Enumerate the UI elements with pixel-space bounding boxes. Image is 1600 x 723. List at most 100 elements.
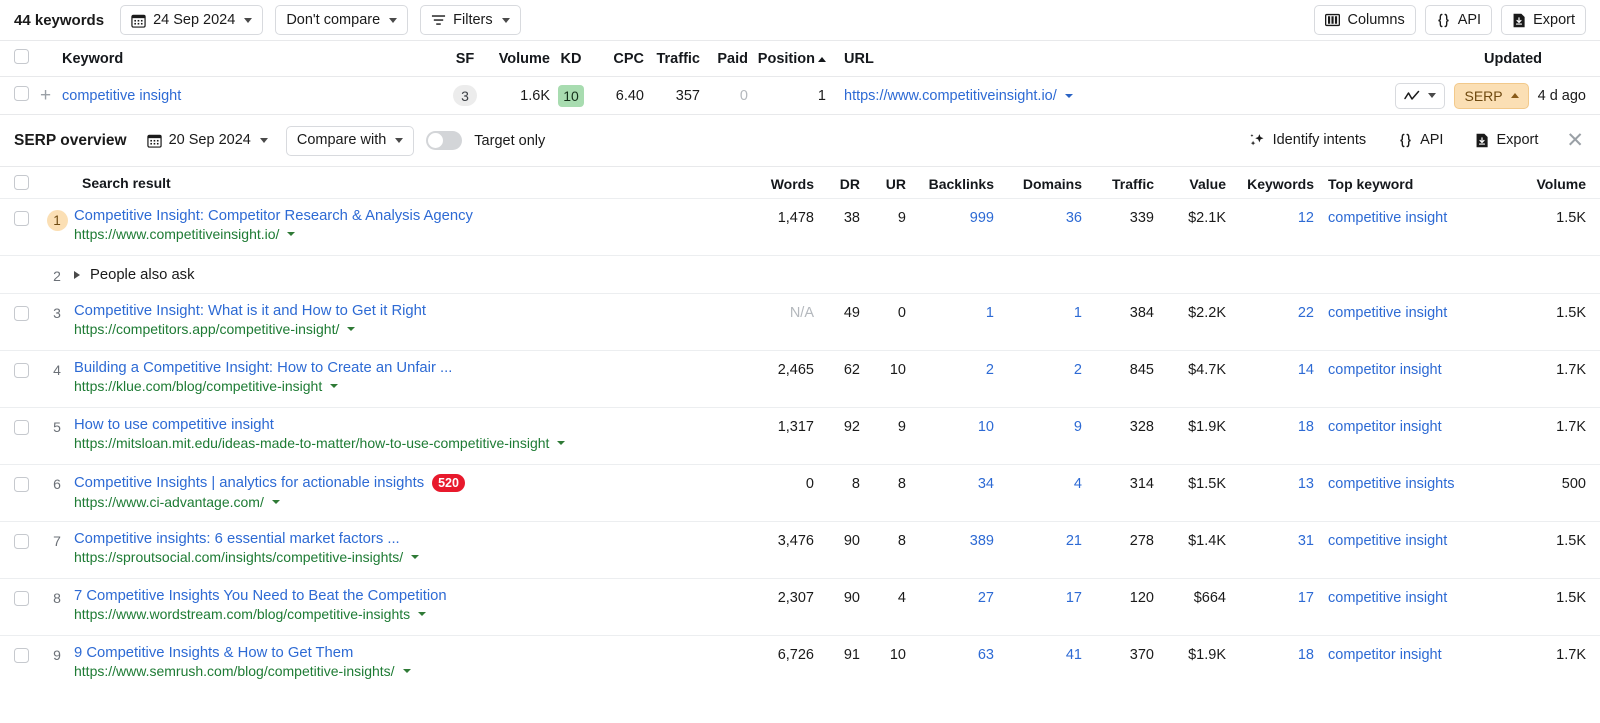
column-header-cpc[interactable]: CPC <box>592 51 644 67</box>
serp-backlinks-link[interactable]: 2 <box>986 362 994 378</box>
serp-result-title-link[interactable]: 9 Competitive Insights & How to Get Them <box>74 645 353 661</box>
column-header-keywords[interactable]: Keywords <box>1226 174 1314 192</box>
columns-button[interactable]: Columns <box>1314 5 1416 35</box>
serp-domains-link[interactable]: 17 <box>1066 590 1082 606</box>
serp-keywords-link[interactable]: 22 <box>1298 305 1314 321</box>
serp-keywords-link[interactable]: 31 <box>1298 533 1314 549</box>
serp-result-url-link[interactable]: https://klue.com/blog/competitive-insigh… <box>74 378 322 394</box>
serp-row-select-checkbox[interactable] <box>14 306 29 321</box>
serp-top-keyword-link[interactable]: competitive insight <box>1328 305 1447 321</box>
api-button[interactable]: API <box>1424 5 1493 35</box>
serp-row-select-checkbox[interactable] <box>14 420 29 435</box>
url-chevron-down-icon[interactable] <box>411 555 420 559</box>
serp-domains-link[interactable]: 1 <box>1074 305 1082 321</box>
filters-button[interactable]: Filters <box>420 5 521 35</box>
url-chevron-down-icon[interactable] <box>347 327 356 331</box>
column-header-ur[interactable]: UR <box>860 174 906 192</box>
serp-top-keyword-link[interactable]: competitive insight <box>1328 533 1447 549</box>
column-header-traffic[interactable]: Traffic <box>644 51 700 67</box>
serp-backlinks-link[interactable]: 1 <box>986 305 994 321</box>
serp-toggle-button[interactable]: SERP <box>1454 82 1529 109</box>
identify-intents-button[interactable]: Identify intents <box>1243 126 1373 156</box>
serp-backlinks-link[interactable]: 389 <box>970 533 994 549</box>
column-header-backlinks[interactable]: Backlinks <box>906 174 994 192</box>
serp-row-select-checkbox[interactable] <box>14 648 29 663</box>
serp-export-button[interactable]: Export <box>1469 126 1544 156</box>
serp-result-title-link[interactable]: Competitive insights: 6 essential market… <box>74 531 400 547</box>
ranking-url-link[interactable]: https://www.competitiveinsight.io/ <box>844 88 1057 104</box>
column-header-keyword[interactable]: Keyword <box>40 51 442 67</box>
serp-keywords-link[interactable]: 14 <box>1298 362 1314 378</box>
url-chevron-down-icon[interactable] <box>557 441 566 445</box>
compare-dropdown-button[interactable]: Don't compare <box>275 5 409 35</box>
row-select-checkbox[interactable] <box>14 86 29 101</box>
serp-domains-link[interactable]: 21 <box>1066 533 1082 549</box>
select-all-checkbox[interactable] <box>14 49 29 64</box>
paa-cell[interactable]: People also ask <box>74 267 1586 283</box>
serp-result-url-link[interactable]: https://mitsloan.mit.edu/ideas-made-to-m… <box>74 435 549 451</box>
expand-triangle-icon[interactable] <box>74 270 80 279</box>
column-header-url[interactable]: URL <box>826 51 1466 67</box>
url-chevron-down-icon[interactable] <box>271 500 280 504</box>
serp-keywords-link[interactable]: 18 <box>1298 647 1314 663</box>
add-keyword-icon[interactable]: + <box>40 86 62 105</box>
compare-with-button[interactable]: Compare with <box>285 125 415 156</box>
serp-backlinks-link[interactable]: 10 <box>978 419 994 435</box>
column-header-sf[interactable]: SF <box>442 51 488 67</box>
url-chevron-down-icon[interactable] <box>287 232 296 236</box>
column-header-paid[interactable]: Paid <box>700 51 748 67</box>
serp-result-url-link[interactable]: https://www.wordstream.com/blog/competit… <box>74 606 410 622</box>
target-only-toggle[interactable] <box>426 131 463 150</box>
serp-top-keyword-link[interactable]: competitive insight <box>1328 590 1447 606</box>
serp-domains-link[interactable]: 41 <box>1066 647 1082 663</box>
serp-result-title-link[interactable]: Competitive Insight: What is it and How … <box>74 303 426 319</box>
serp-backlinks-link[interactable]: 27 <box>978 590 994 606</box>
serp-top-keyword-link[interactable]: competitor insight <box>1328 419 1442 435</box>
serp-keywords-link[interactable]: 12 <box>1298 210 1314 226</box>
serp-domains-link[interactable]: 36 <box>1066 210 1082 226</box>
column-header-search-result[interactable]: Search result <box>74 175 742 191</box>
serp-api-button[interactable]: API <box>1392 126 1449 156</box>
column-header-top-keyword[interactable]: Top keyword <box>1314 174 1524 192</box>
column-header-position[interactable]: Position <box>748 51 826 67</box>
date-picker-button[interactable]: 24 Sep 2024 <box>120 5 264 35</box>
url-chevron-down-icon[interactable] <box>330 384 339 388</box>
column-header-volume[interactable]: Volume <box>488 51 550 67</box>
export-button[interactable]: Export <box>1501 5 1586 35</box>
serp-result-title-link[interactable]: 7 Competitive Insights You Need to Beat … <box>74 588 447 604</box>
trend-chart-button[interactable] <box>1395 82 1446 109</box>
serp-top-keyword-link[interactable]: competitive insights <box>1328 476 1455 492</box>
serp-top-keyword-link[interactable]: competitive insight <box>1328 210 1447 226</box>
column-header-updated[interactable]: Updated <box>1466 51 1586 67</box>
serp-result-url-link[interactable]: https://www.ci-advantage.com/ <box>74 494 264 510</box>
serp-result-url-link[interactable]: https://sproutsocial.com/insights/compet… <box>74 549 403 565</box>
serp-row-select-checkbox[interactable] <box>14 477 29 492</box>
close-icon[interactable]: ✕ <box>1564 130 1586 151</box>
url-chevron-down-icon[interactable] <box>1064 93 1073 98</box>
serp-row-select-checkbox[interactable] <box>14 534 29 549</box>
serp-backlinks-link[interactable]: 999 <box>970 210 994 226</box>
serp-row-select-checkbox[interactable] <box>14 211 29 226</box>
serp-backlinks-link[interactable]: 34 <box>978 476 994 492</box>
serp-result-title-link[interactable]: Competitive Insight: Competitor Research… <box>74 208 473 224</box>
serp-result-title-link[interactable]: Competitive Insights | analytics for act… <box>74 475 424 491</box>
serp-top-keyword-link[interactable]: competitor insight <box>1328 647 1442 663</box>
serp-result-title-link[interactable]: How to use competitive insight <box>74 417 274 433</box>
serp-keywords-link[interactable]: 13 <box>1298 476 1314 492</box>
column-header-dr[interactable]: DR <box>814 174 860 192</box>
serp-keywords-link[interactable]: 18 <box>1298 419 1314 435</box>
serp-row-select-checkbox[interactable] <box>14 591 29 606</box>
serp-row-select-checkbox[interactable] <box>14 363 29 378</box>
keyword-link[interactable]: competitive insight <box>62 88 181 104</box>
url-chevron-down-icon[interactable] <box>402 669 411 673</box>
serp-domains-link[interactable]: 4 <box>1074 476 1082 492</box>
serp-result-title-link[interactable]: Building a Competitive Insight: How to C… <box>74 360 452 376</box>
serp-result-url-link[interactable]: https://www.semrush.com/blog/competitive… <box>74 663 395 679</box>
serp-result-url-link[interactable]: https://www.competitiveinsight.io/ <box>74 226 279 242</box>
column-header-value[interactable]: Value <box>1154 174 1226 192</box>
column-header-serp-volume[interactable]: Volume <box>1524 174 1586 192</box>
url-chevron-down-icon[interactable] <box>418 612 427 616</box>
serp-date-picker-button[interactable]: 20 Sep 2024 <box>141 126 274 156</box>
serp-domains-link[interactable]: 9 <box>1074 419 1082 435</box>
serp-top-keyword-link[interactable]: competitor insight <box>1328 362 1442 378</box>
